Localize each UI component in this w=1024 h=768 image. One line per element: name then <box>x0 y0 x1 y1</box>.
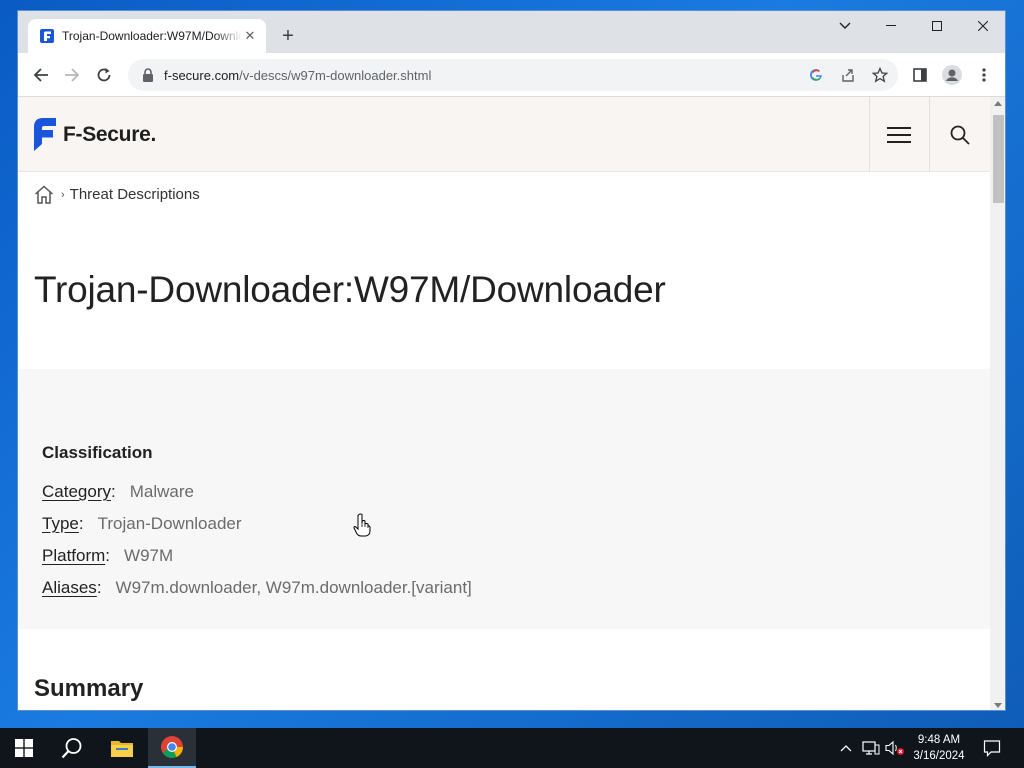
kebab-menu-icon[interactable] <box>972 63 996 87</box>
lock-icon[interactable] <box>142 68 154 82</box>
scroll-up-arrow-icon[interactable] <box>994 101 1002 106</box>
chevron-right-icon: › <box>61 188 65 201</box>
google-translate-icon[interactable] <box>808 67 824 83</box>
f-secure-logo[interactable]: F-Secure. <box>34 118 156 151</box>
url-domain: f-secure.com <box>164 67 240 83</box>
reload-icon[interactable] <box>92 63 116 87</box>
aliases-value: W97m.downloader, W97m.downloader.[varian… <box>115 578 472 597</box>
start-button[interactable] <box>0 728 48 768</box>
folder-icon <box>111 741 133 757</box>
tab-strip: Trojan-Downloader:W97M/Downloader ✕ + <box>18 11 1005 53</box>
label-colon: : <box>78 514 84 533</box>
url-path: /v-descs/w97m-downloader.shtml <box>239 67 432 83</box>
tab-search-icon[interactable] <box>822 11 868 41</box>
close-window-icon[interactable] <box>960 11 1005 41</box>
scroll-down-arrow-icon[interactable] <box>994 703 1002 708</box>
network-icon[interactable] <box>860 728 882 768</box>
home-icon[interactable] <box>34 185 54 204</box>
side-panel-icon[interactable] <box>908 63 932 87</box>
breadcrumb-threat-descriptions[interactable]: Threat Descriptions <box>70 186 200 203</box>
forward-arrow-icon[interactable] <box>60 63 84 87</box>
classification-row-type: Type : Trojan-Downloader <box>42 514 242 534</box>
tab-close-icon[interactable]: ✕ <box>242 28 258 44</box>
page-viewport: F-Secure. › Threat Descriptions Trojan-D… <box>18 97 990 710</box>
browser-window: Trojan-Downloader:W97M/Downloader ✕ + <box>17 10 1006 711</box>
maximize-icon[interactable] <box>914 11 960 41</box>
tab-title: Trojan-Downloader:W97M/Downloader <box>62 29 242 43</box>
hand-cursor-icon <box>353 513 371 537</box>
browser-toolbar: f-secure.com/v-descs/w97m-downloader.sht… <box>18 53 1005 97</box>
page-title: Trojan-Downloader:W97M/Downloader <box>34 269 666 310</box>
volume-muted-icon[interactable] <box>884 728 906 768</box>
show-hidden-icons-chevron-icon[interactable] <box>838 728 854 768</box>
hamburger-menu-button[interactable] <box>869 97 929 172</box>
site-search-button[interactable] <box>930 97 990 172</box>
chrome-taskbar-button[interactable] <box>148 728 196 768</box>
classification-panel: Classification Category : Malware Type :… <box>18 369 990 629</box>
windows-logo-icon <box>15 739 33 757</box>
f-secure-logo-mark-icon <box>34 118 56 151</box>
classification-row-aliases: Aliases : W97m.downloader, W97m.download… <box>42 578 472 598</box>
hamburger-icon <box>887 126 911 143</box>
scrollbar-thumb[interactable] <box>993 115 1004 203</box>
type-value: Trojan-Downloader <box>97 514 242 533</box>
category-value: Malware <box>129 482 194 501</box>
classification-row-platform: Platform : W97M <box>42 546 173 566</box>
type-label[interactable]: Type <box>42 514 79 534</box>
search-icon <box>61 738 82 759</box>
taskbar-clock[interactable]: 9:48 AM 3/16/2024 <box>905 732 973 764</box>
classification-row-category: Category : Malware <box>42 482 194 502</box>
back-arrow-icon[interactable] <box>29 63 53 87</box>
url-text: f-secure.com/v-descs/w97m-downloader.sht… <box>164 68 431 83</box>
new-tab-icon[interactable]: + <box>276 25 300 49</box>
label-colon: : <box>96 578 102 597</box>
clock-date: 3/16/2024 <box>913 750 965 762</box>
platform-value: W97M <box>124 546 174 565</box>
browser-tab[interactable]: Trojan-Downloader:W97M/Downloader ✕ <box>28 19 266 53</box>
f-secure-favicon-icon <box>40 29 54 43</box>
site-header: F-Secure. <box>18 97 990 172</box>
vertical-scrollbar[interactable] <box>990 97 1005 710</box>
taskbar-search-button[interactable] <box>48 728 96 768</box>
classification-heading: Classification <box>42 443 153 462</box>
aliases-label[interactable]: Aliases <box>42 578 97 598</box>
search-icon <box>950 125 970 145</box>
chrome-icon <box>161 736 183 758</box>
category-label[interactable]: Category <box>42 482 111 502</box>
notifications-icon[interactable] <box>976 728 1008 768</box>
logo-text: F-Secure. <box>63 122 156 146</box>
profile-avatar-icon[interactable] <box>940 63 964 87</box>
file-explorer-taskbar-button[interactable] <box>98 728 146 768</box>
summary-heading: Summary <box>34 675 144 702</box>
breadcrumb: › Threat Descriptions <box>34 185 200 204</box>
bookmark-star-icon[interactable] <box>872 67 888 83</box>
share-icon[interactable] <box>840 67 856 83</box>
label-colon: : <box>105 546 111 565</box>
platform-label[interactable]: Platform <box>42 546 105 566</box>
label-colon: : <box>110 482 116 501</box>
address-bar[interactable]: f-secure.com/v-descs/w97m-downloader.sht… <box>128 59 898 91</box>
minimize-icon[interactable] <box>868 11 914 41</box>
clock-time: 9:48 AM <box>917 734 961 746</box>
windows-taskbar: 9:48 AM 3/16/2024 <box>0 728 1024 768</box>
